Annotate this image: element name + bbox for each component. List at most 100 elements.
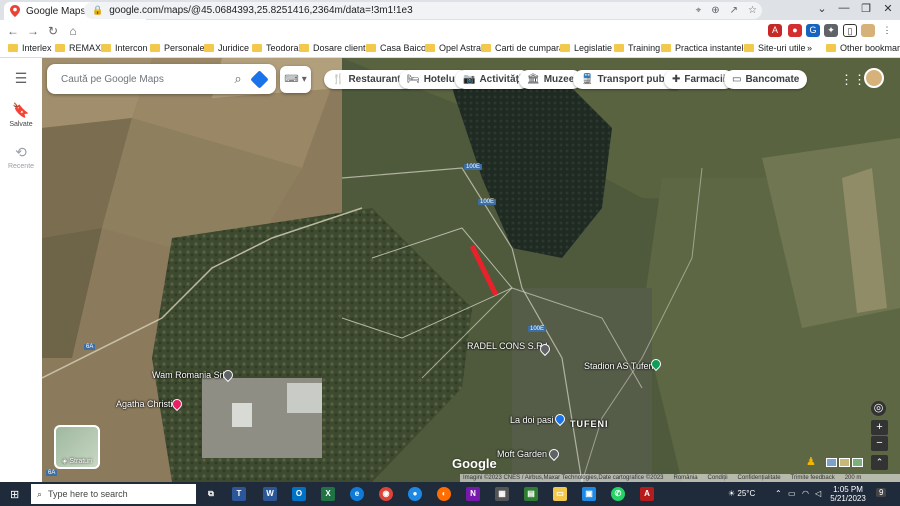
town-label-tufeni: TUFENI <box>570 419 609 429</box>
street-view-pegman-icon[interactable]: ♟ <box>806 455 816 468</box>
map-type-thumbnail[interactable] <box>839 458 850 467</box>
bookmark-other[interactable]: Other bookmarks <box>826 43 900 53</box>
bookmark-intercon[interactable]: Intercon <box>101 43 148 53</box>
excel-icon[interactable]: X <box>321 487 335 501</box>
bookmark-legislatie[interactable]: Legislatie <box>560 43 612 53</box>
chip-atms[interactable]: ▭ Bancomate <box>724 70 808 89</box>
bookmark-carti-de-cumparat[interactable]: Carti de cumparat <box>481 43 567 53</box>
zoom-in-button[interactable]: + <box>871 420 888 435</box>
map-type-thumbnail[interactable] <box>852 458 863 467</box>
place-label-moft-garden[interactable]: Moft Garden <box>497 449 547 459</box>
place-label-agatha[interactable]: Agatha Christie <box>116 399 178 409</box>
input-tools-button[interactable]: ⌨ ▾ <box>280 66 311 93</box>
photos-icon[interactable]: ▣ <box>582 487 596 501</box>
wifi-icon[interactable]: ◠ <box>802 489 809 498</box>
google-logo: Google <box>452 456 497 471</box>
privacy-link[interactable]: Confidențialitate <box>738 475 781 481</box>
sidebar-toggle-icon[interactable]: ▯ <box>843 24 857 37</box>
weather-widget[interactable]: ☀ 25°C <box>728 489 755 498</box>
bookmark-casa-baicoi[interactable]: Casa Baicoi <box>366 43 428 53</box>
whatsapp-icon[interactable]: ✆ <box>611 487 625 501</box>
saved-button[interactable]: 🔖 Salvate <box>0 102 42 128</box>
pdf-extension-icon[interactable]: A <box>768 24 782 37</box>
profile-avatar-icon[interactable] <box>861 24 875 37</box>
maximize-icon[interactable]: ❐ <box>854 2 878 15</box>
edge-icon[interactable]: e <box>350 487 364 501</box>
hotel-icon: 🛏 <box>407 74 420 85</box>
network-icon[interactable]: ▭ <box>788 489 796 498</box>
teams-icon[interactable]: T <box>232 487 246 501</box>
home-icon[interactable]: ⌂ <box>63 24 83 38</box>
close-window-icon[interactable]: ✕ <box>876 2 900 15</box>
folder-icon <box>150 44 160 52</box>
directions-button[interactable] <box>248 68 270 90</box>
share-icon[interactable]: ↗ <box>730 5 738 16</box>
sticky-icon[interactable]: ▤ <box>524 487 538 501</box>
account-avatar[interactable] <box>864 68 884 88</box>
word-icon[interactable]: W <box>263 487 277 501</box>
taskbar-search[interactable]: ⌕ Type here to search <box>31 484 196 504</box>
chrome-icon[interactable]: ◉ <box>379 487 393 501</box>
search-icon[interactable]: ⌕ <box>228 71 248 87</box>
outlook-icon[interactable]: O <box>292 487 306 501</box>
bookmark-practica-instantelor[interactable]: Practica instantelor <box>661 43 752 53</box>
onenote-icon[interactable]: N <box>466 487 480 501</box>
bookmark-dosare-clienti[interactable]: Dosare clienti <box>299 43 368 53</box>
bookmark-personale[interactable]: Personale <box>150 43 205 53</box>
layers-button[interactable]: ◈ Straturi <box>54 425 100 469</box>
notifications-badge[interactable]: 9 <box>876 488 887 497</box>
volume-icon[interactable]: ◁ <box>815 489 821 498</box>
place-label-la-doi-pasi[interactable]: La doi pasi <box>510 415 554 425</box>
bookmark-teodora[interactable]: Teodora <box>252 43 299 53</box>
bookmark-juridice[interactable]: Juridice <box>204 43 249 53</box>
bookmark-training[interactable]: Training <box>614 43 660 53</box>
browser-menu-icon[interactable]: ⋮ <box>880 24 894 37</box>
extension-blue-icon[interactable]: G <box>806 24 820 37</box>
terms-link[interactable]: Condiții <box>708 475 728 481</box>
map-type-thumbnail[interactable] <box>826 458 837 467</box>
acrobat-icon[interactable]: A <box>640 487 654 501</box>
bookmark-site-uri-utile[interactable]: Site-uri utile <box>744 43 806 53</box>
extension-red-icon[interactable]: ● <box>788 24 802 37</box>
search-input[interactable]: Caută pe Google Maps <box>61 74 228 85</box>
firefox-icon[interactable]: ◐ <box>437 487 451 501</box>
install-app-icon[interactable]: ⊕ <box>711 5 719 16</box>
bookmark-star-icon[interactable]: ☆ <box>748 5 757 16</box>
recent-button[interactable]: ⟲ Recente <box>0 144 42 170</box>
place-label-radel[interactable]: RADEL CONS S.R.L <box>467 341 550 351</box>
location-icon[interactable]: ⌖ <box>696 5 702 16</box>
lock-icon[interactable]: 🔒 <box>92 5 103 16</box>
menu-button[interactable]: ☰ <box>0 70 42 89</box>
calculator-icon[interactable]: ▦ <box>495 487 509 501</box>
show-hidden-icons-icon[interactable]: ⌃ <box>775 489 782 498</box>
task-view-icon[interactable]: ⧉ <box>204 487 218 501</box>
feedback-link[interactable]: Trimite feedback <box>791 475 835 481</box>
my-location-icon[interactable]: ◎ <box>871 401 886 416</box>
taskbar-clock[interactable]: 1:05 PM 5/21/2023 <box>828 485 868 503</box>
google-apps-icon[interactable]: ⋮⋮ <box>840 72 866 88</box>
reload-icon[interactable]: ↻ <box>43 24 63 38</box>
bookmark-interlex[interactable]: Interlex <box>8 43 52 53</box>
bookmark-remax[interactable]: REMAX <box>55 43 101 53</box>
back-icon[interactable]: ← <box>3 24 23 38</box>
scale-bar[interactable]: 200 m <box>845 475 862 481</box>
bookmarks-more[interactable]: » <box>807 43 812 53</box>
bookmark-opel-astra[interactable]: Opel Astra <box>425 43 481 53</box>
satellite-map[interactable]: 100E 100E 100E 6A 6A RADEL CONS S.R.L Wa… <box>42 58 900 482</box>
extensions-puzzle-icon[interactable]: ✦ <box>824 24 838 37</box>
place-label-wam[interactable]: Wam Romania Srl <box>152 370 225 380</box>
drop-icon[interactable]: ● <box>408 487 422 501</box>
url-text[interactable]: google.com/maps/@45.0684393,25.8251416,2… <box>109 5 690 16</box>
bookmarks-bar: Interlex REMAX Intercon Personale Juridi… <box>0 41 900 58</box>
windows-start-icon[interactable]: ⊞ <box>10 488 19 501</box>
chevron-down-icon[interactable]: ⌄ <box>810 2 834 15</box>
expand-imagery-icon[interactable]: ⌃ <box>871 455 888 470</box>
minimize-icon[interactable]: — <box>832 2 856 14</box>
address-bar[interactable]: 🔒 google.com/maps/@45.0684393,25.8251416… <box>84 2 762 19</box>
place-label-stadion[interactable]: Stadion AS Tufeni <box>584 361 656 371</box>
country-link[interactable]: România <box>674 475 698 481</box>
forward-icon[interactable]: → <box>23 24 43 38</box>
file-explorer-icon[interactable]: ▭ <box>553 487 567 501</box>
maps-search-box[interactable]: Caută pe Google Maps ⌕ <box>47 64 276 94</box>
zoom-out-button[interactable]: − <box>871 436 888 451</box>
